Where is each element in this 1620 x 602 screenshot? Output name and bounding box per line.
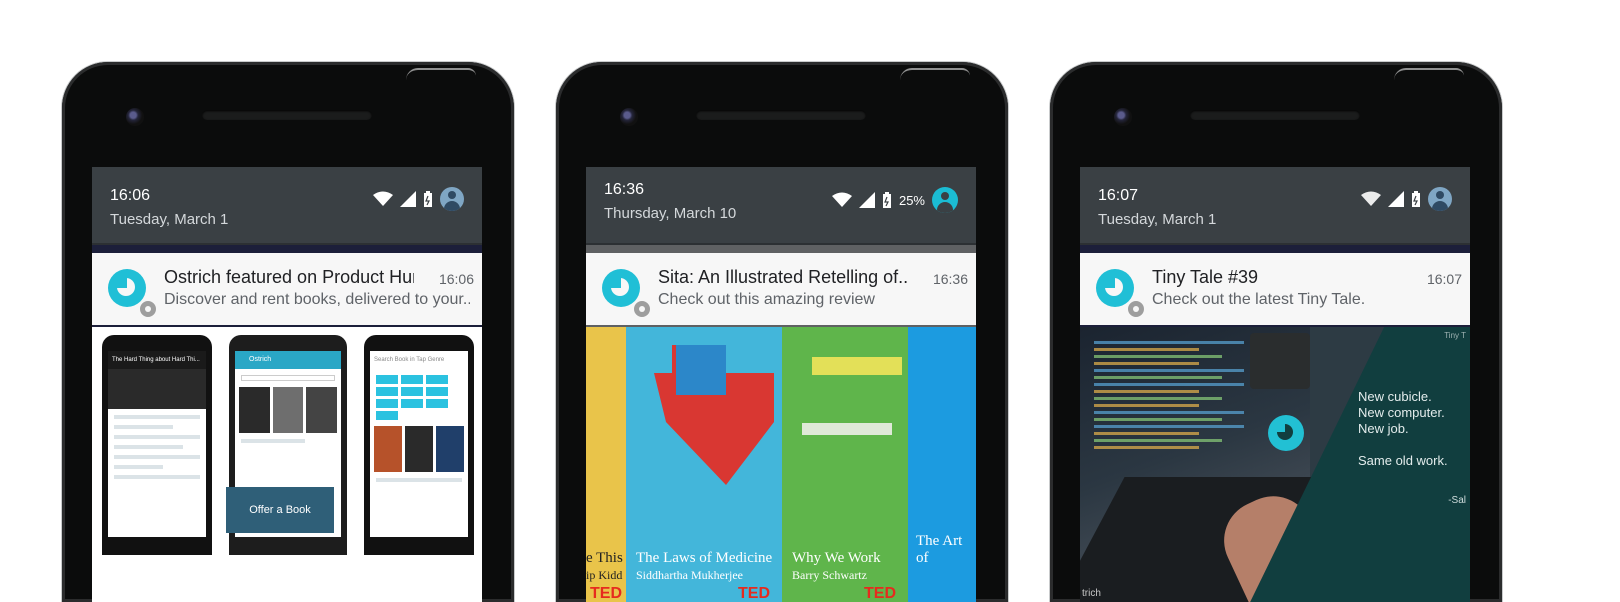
ted-logo: TED — [738, 585, 770, 602]
status-bar: 16:07 Tuesday, March 1 — [1080, 167, 1470, 243]
status-date: Tuesday, March 1 — [1098, 211, 1217, 228]
mockup-search-bar: Search Book in Tap Genre — [370, 351, 468, 369]
earpiece-speaker — [202, 110, 372, 120]
ostrich-logo-icon — [1268, 415, 1304, 451]
front-camera — [1114, 108, 1132, 126]
battery-icon — [1412, 191, 1420, 207]
book-cover-1-author: ip Kidd — [586, 568, 623, 582]
notification-text: Discover and rent books, delivered to yo… — [164, 291, 470, 308]
tale-line-3: New job. — [1358, 421, 1409, 436]
mockup-app-title: Ostrich — [235, 351, 341, 369]
cellular-signal-icon — [1388, 191, 1404, 207]
coffee-mug — [1250, 333, 1310, 389]
tiny-tale-text: New cubicle. New computer. New job. Same… — [1358, 389, 1448, 469]
ted-logo: TED — [590, 585, 622, 602]
notification-title: Sita: An Illustrated Retelling of.. — [658, 267, 908, 287]
status-icons — [373, 187, 464, 211]
notification-big-picture[interactable]: e This ip Kidd TED The Laws of Medicine … — [586, 327, 976, 602]
notification-card[interactable]: Ostrich featured on Product Hunt 16:06 D… — [92, 253, 482, 325]
phone-screen-2: 16:36 Thursday, March 10 25% Sita: An Il… — [586, 167, 976, 602]
tale-line-2: New computer. — [1358, 405, 1445, 420]
phone-screen-1: 16:06 Tuesday, March 1 Ostrich featured … — [92, 167, 482, 602]
notification-time: 16:07 — [1426, 271, 1462, 287]
earpiece-speaker — [1190, 110, 1360, 120]
user-avatar[interactable] — [932, 187, 958, 213]
mockup-phone-book-detail: The Hard Thing about Hard Thi... — [102, 335, 212, 555]
status-time: 16:36 — [604, 181, 645, 198]
tale-line-4: Same old work. — [1358, 453, 1448, 468]
notification-time: 16:06 — [438, 271, 474, 287]
book-cover-3-title: Why We Work — [792, 550, 881, 566]
status-time: 16:07 — [1098, 187, 1139, 204]
battery-icon — [882, 192, 891, 208]
ted-logo: TED — [864, 585, 896, 602]
status-bar: 16:36 Thursday, March 10 25% — [586, 167, 976, 243]
notification-card[interactable]: Tiny Tale #39 16:07 Check out the latest… — [1080, 253, 1470, 325]
code-screen — [1094, 337, 1244, 453]
book-cover-3-author: Barry Schwartz — [792, 568, 867, 582]
mockup-title: The Hard Thing about Hard Thi... — [108, 351, 206, 369]
user-avatar[interactable] — [1428, 187, 1452, 211]
status-bar: 16:06 Tuesday, March 1 — [92, 167, 482, 243]
status-date: Thursday, March 10 — [604, 205, 737, 222]
wifi-icon — [1361, 191, 1381, 206]
notification-title: Tiny Tale #39 — [1152, 267, 1259, 287]
small-app-badge-icon — [632, 299, 652, 319]
status-icons — [1361, 187, 1452, 211]
book-cover-3: Why We Work Barry Schwartz TED — [782, 327, 908, 602]
front-camera — [620, 108, 638, 126]
phone-screen-3: 16:07 Tuesday, March 1 Tiny Tale #39 16:… — [1080, 167, 1470, 602]
notification-title: Ostrich featured on Product Hunt — [164, 267, 414, 287]
book-cover-2-title: The Laws of Medicine — [636, 550, 773, 566]
notification-text: Check out the latest Tiny Tale. — [1152, 291, 1366, 308]
small-app-badge-icon — [1126, 299, 1146, 319]
book-cover-2-author: Siddhartha Mukherjee — [636, 568, 743, 582]
phone-mockup-3: 16:07 Tuesday, March 1 Tiny Tale #39 16:… — [1050, 62, 1502, 602]
battery-percentage: 25% — [898, 192, 925, 208]
phone-mockup-1: 16:06 Tuesday, March 1 Ostrich featured … — [62, 62, 514, 602]
tiny-tale-corner-label: Tiny T — [1444, 331, 1466, 340]
book-cover-4: The Art of — [908, 327, 976, 602]
status-time: 16:06 — [110, 187, 151, 204]
heart-vessel-illustration — [676, 345, 726, 395]
cellular-signal-icon — [858, 192, 875, 208]
notification-text: Check out this amazing review — [658, 291, 875, 308]
book-cover-1-title: e This — [586, 550, 623, 566]
earpiece-speaker — [696, 110, 866, 120]
small-app-badge-icon — [138, 299, 158, 319]
tale-line-1: New cubicle. — [1358, 389, 1432, 404]
mockup-phone-search: Search Book in Tap Genre — [364, 335, 474, 555]
notification-card[interactable]: Sita: An Illustrated Retelling of.. 16:3… — [586, 253, 976, 325]
battery-icon — [424, 191, 432, 207]
wifi-icon — [373, 191, 393, 206]
status-date: Tuesday, March 1 — [110, 211, 229, 228]
wifi-icon — [831, 192, 852, 207]
notification-big-picture[interactable]: The Hard Thing about Hard Thi... Ostrich… — [92, 327, 482, 602]
cellular-signal-icon — [400, 191, 416, 207]
book-cover-2: The Laws of Medicine Siddhartha Mukherje… — [626, 327, 782, 602]
book-cover-1: e This ip Kidd TED — [586, 327, 626, 602]
status-icons: 25% — [831, 187, 958, 213]
notification-time: 16:36 — [932, 271, 968, 287]
user-avatar[interactable] — [440, 187, 464, 211]
front-camera — [126, 108, 144, 126]
watermark-text: trich — [1082, 588, 1101, 599]
tale-signature: -Sal — [1448, 495, 1466, 506]
notification-big-picture[interactable]: Tiny T New cubicle. New computer. New jo… — [1080, 327, 1470, 602]
offer-book-banner: Offer a Book — [226, 487, 334, 533]
phone-mockup-2: 16:36 Thursday, March 10 25% Sita: An Il… — [556, 62, 1008, 602]
